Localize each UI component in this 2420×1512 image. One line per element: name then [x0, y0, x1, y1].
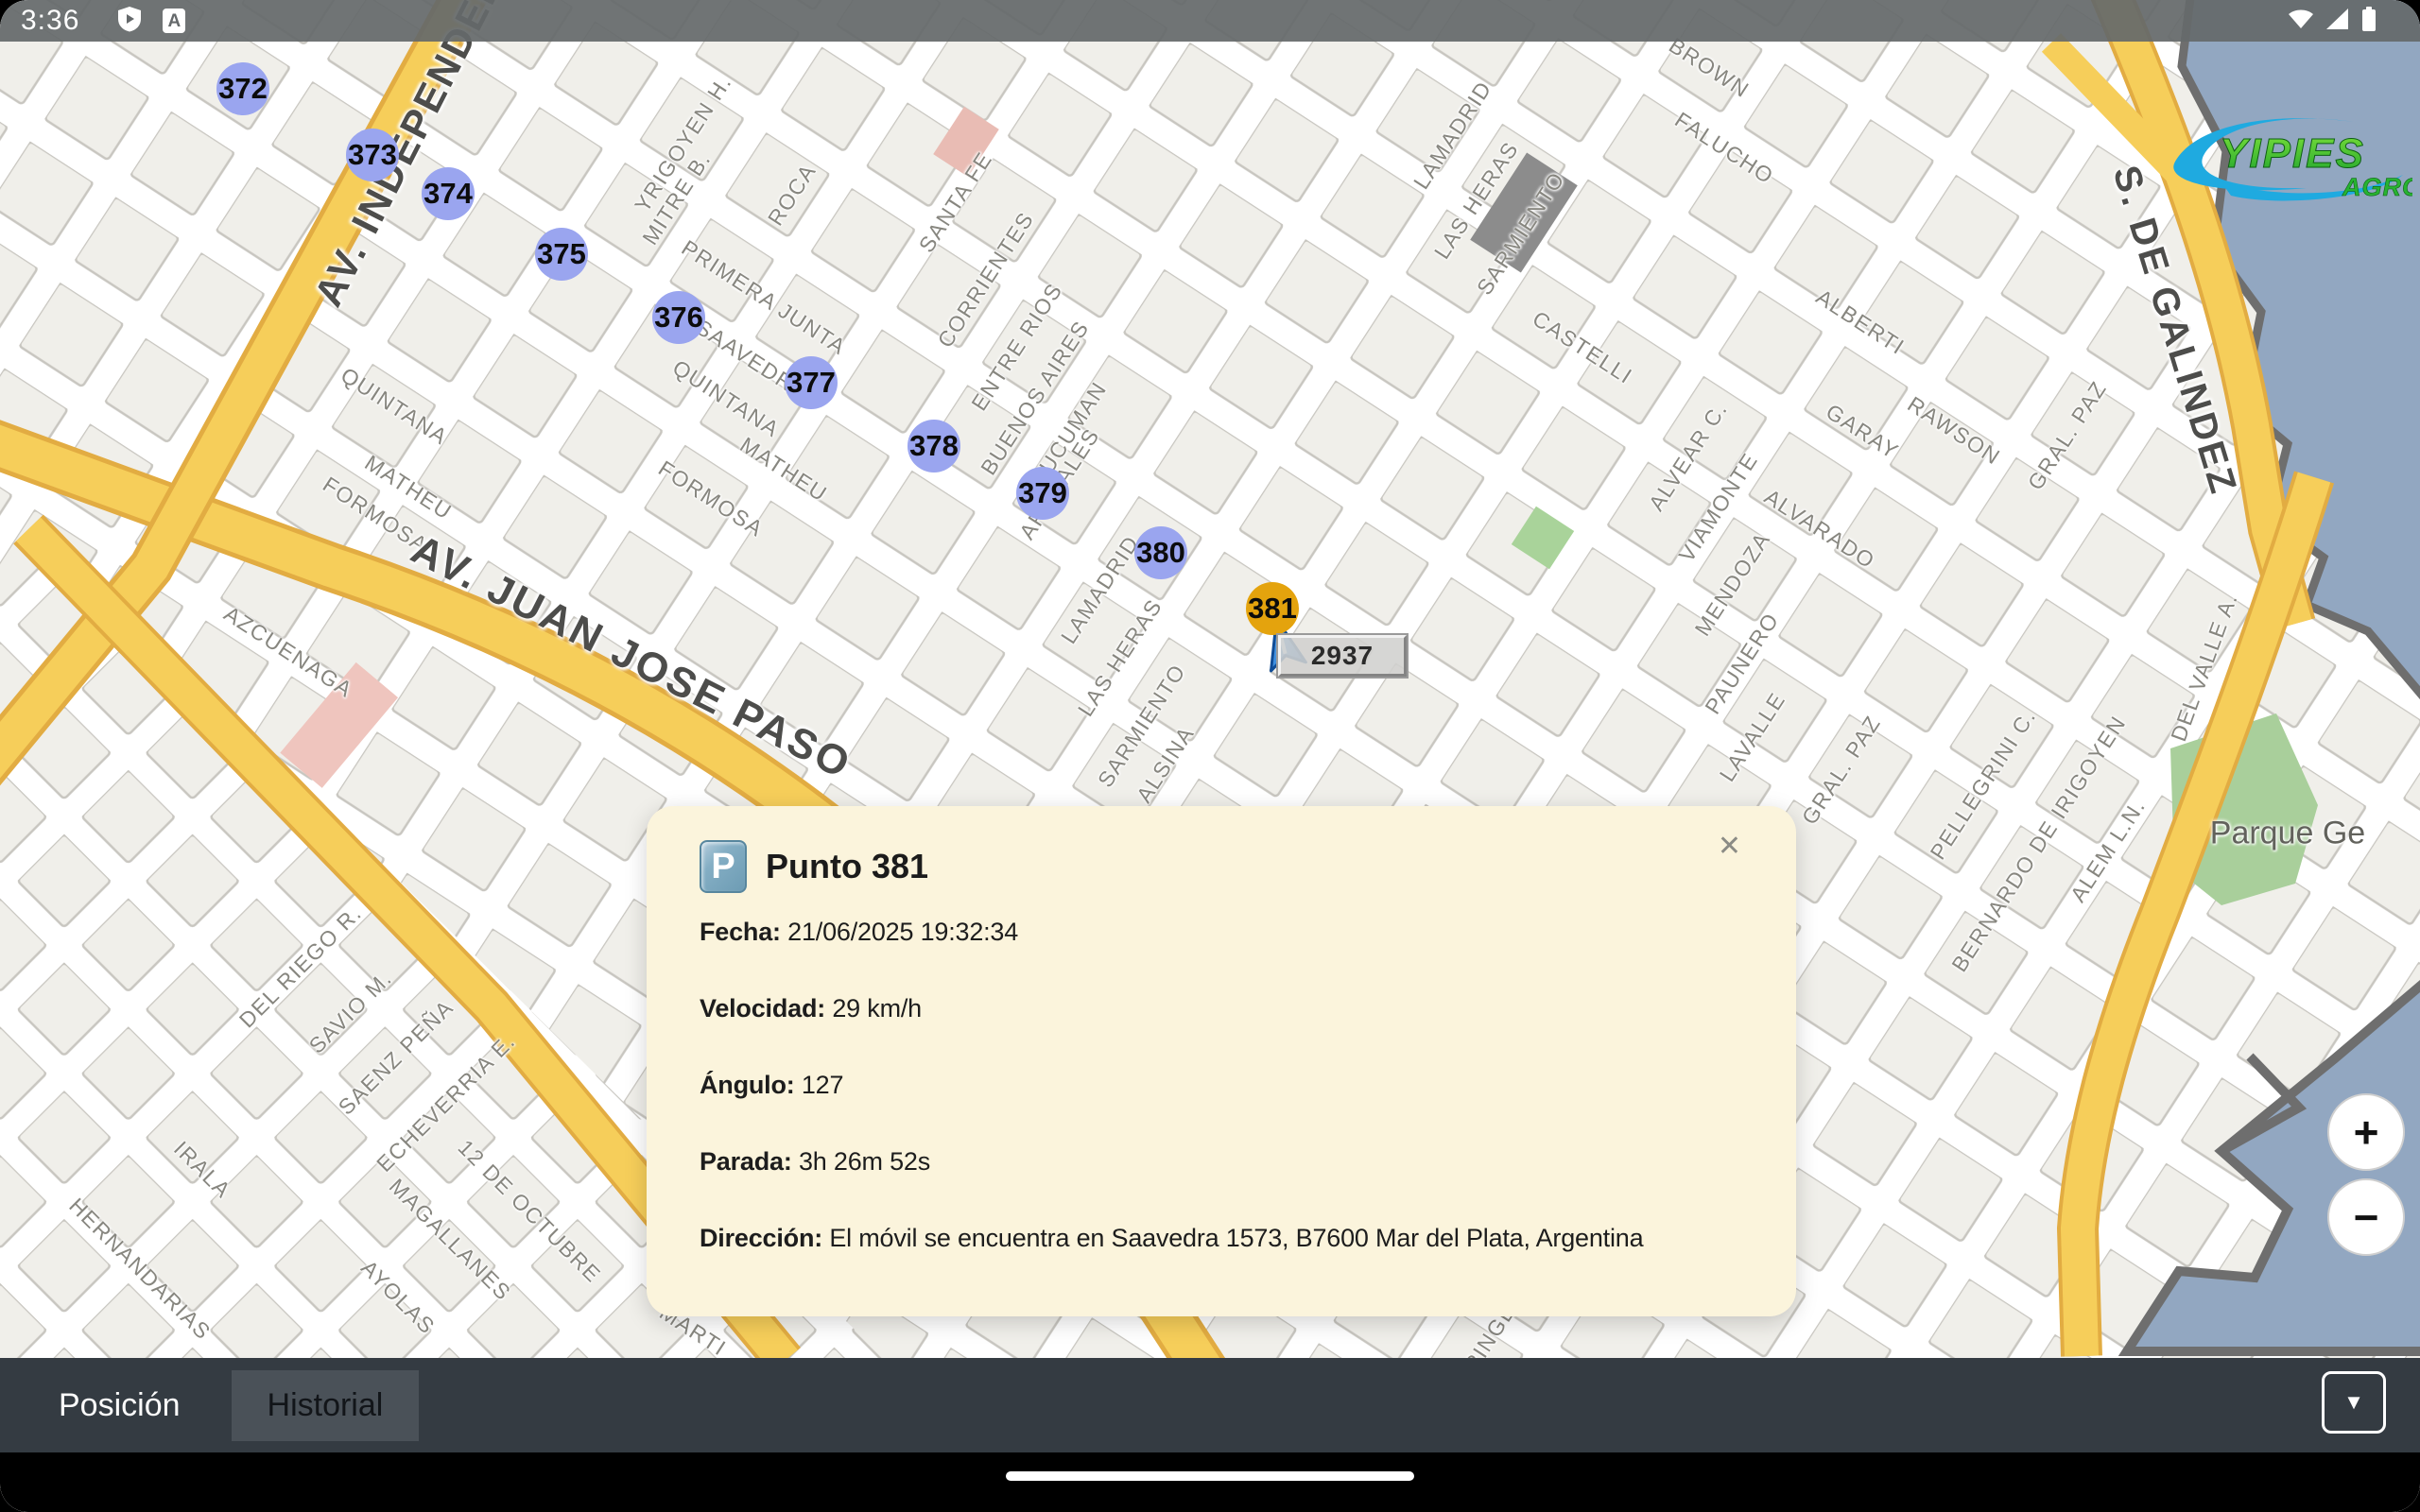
popup-field: Velocidad: 29 km/h — [700, 994, 1758, 1023]
history-point-marker-381[interactable]: 381 — [1246, 582, 1299, 635]
bottom-toolbar: Posición Historial ▼ — [0, 1358, 2420, 1452]
history-point-marker-377[interactable]: 377 — [785, 356, 838, 409]
popup-header: P Punto 381 — [700, 840, 928, 893]
vehicle-plate-label[interactable]: 2937 — [1278, 635, 1407, 677]
history-point-marker-375[interactable]: 375 — [535, 228, 588, 281]
history-point-marker-378[interactable]: 378 — [908, 420, 960, 472]
popup-fields: Fecha: 21/06/2025 19:32:34 Velocidad: 29 … — [700, 918, 1758, 1300]
history-point-marker-373[interactable]: 373 — [346, 129, 399, 181]
battery-icon — [2361, 7, 2377, 36]
zoom-out-button[interactable]: − — [2327, 1178, 2405, 1256]
app-screen: YRIGOYEN H.MITRE B.ROCASANTA FECORRIENTE… — [0, 0, 2420, 1512]
popup-field: Ángulo: 127 — [700, 1071, 1758, 1100]
wifi-icon — [2288, 8, 2314, 35]
parking-icon: P — [700, 840, 747, 893]
tab-historial[interactable]: Historial — [232, 1370, 420, 1441]
accessibility-a-icon: A — [163, 9, 185, 33]
gesture-navigation-area — [0, 1452, 2420, 1512]
history-point-marker-372[interactable]: 372 — [216, 62, 269, 115]
cellular-icon — [2325, 8, 2350, 35]
svg-text:YIPIES: YIPIES — [2220, 130, 2365, 177]
tab-posicion[interactable]: Posición — [23, 1370, 216, 1441]
popup-title: Punto 381 — [766, 847, 928, 886]
history-point-marker-376[interactable]: 376 — [652, 291, 705, 344]
yipies-agro-logo: YIPIES AGRO — [2165, 109, 2412, 213]
park-label: Parque Ge — [2210, 816, 2365, 852]
close-icon[interactable]: ✕ — [1718, 833, 1741, 861]
popup-field: Parada: 3h 26m 52s — [700, 1147, 1758, 1177]
gesture-handle[interactable] — [1006, 1471, 1414, 1481]
dropdown-button[interactable]: ▼ — [2322, 1371, 2386, 1434]
point-info-popup: P Punto 381 ✕ Fecha: 21/06/2025 19:32:34… — [647, 806, 1796, 1316]
zoom-in-button[interactable]: + — [2327, 1093, 2405, 1171]
shield-play-icon — [117, 6, 142, 37]
history-point-marker-374[interactable]: 374 — [422, 167, 475, 220]
popup-field: Fecha: 21/06/2025 19:32:34 — [700, 918, 1758, 947]
history-point-marker-380[interactable]: 380 — [1134, 526, 1187, 579]
svg-text:AGRO: AGRO — [2342, 173, 2412, 201]
status-bar: 3:36 A — [0, 0, 2420, 42]
history-point-marker-379[interactable]: 379 — [1016, 467, 1069, 520]
status-time: 3:36 — [21, 5, 79, 37]
popup-field: Dirección: El móvil se encuentra en Saav… — [700, 1224, 1758, 1253]
